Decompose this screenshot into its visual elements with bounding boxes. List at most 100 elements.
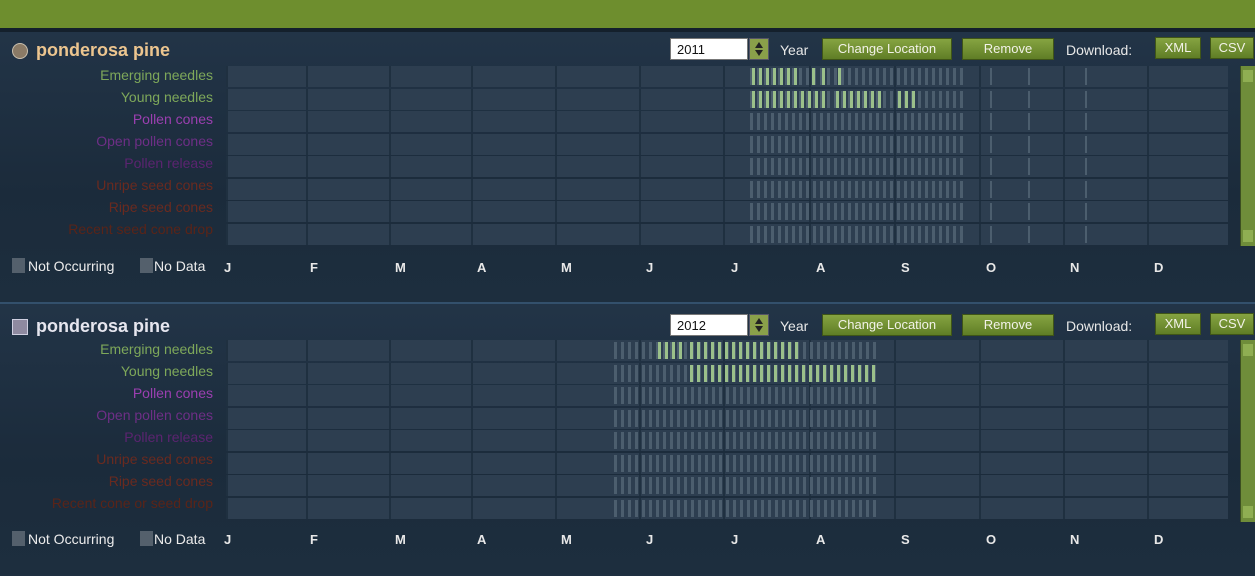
yes-observation-mark (665, 342, 668, 359)
no-observation-mark (799, 203, 802, 220)
no-observation-mark (806, 68, 809, 85)
no-observation-mark (890, 180, 893, 198)
no-observation-mark (705, 454, 708, 472)
month-divider (389, 66, 391, 87)
yes-observation-mark (759, 68, 762, 85)
no-observation-mark (932, 135, 935, 153)
no-observation-mark (897, 203, 900, 220)
vertical-scrollbar[interactable] (1240, 340, 1255, 522)
species-title: ponderosa pine (36, 40, 171, 60)
spin-down-icon[interactable] (755, 50, 763, 56)
no-observation-mark (873, 342, 876, 359)
no-observation-mark (614, 409, 617, 427)
yes-observation-mark (788, 364, 791, 382)
month-divider (389, 201, 391, 222)
scroll-down-arrow[interactable] (1243, 230, 1253, 242)
year-spinner[interactable] (749, 314, 769, 336)
no-observation-mark (726, 409, 729, 427)
yes-observation-mark (836, 90, 839, 108)
yes-observation-mark (795, 364, 798, 382)
month-divider (555, 223, 557, 245)
no-observation-mark (845, 477, 848, 494)
spin-up-icon[interactable] (755, 42, 763, 48)
month-label: F (310, 260, 318, 275)
month-divider (723, 66, 725, 87)
yes-observation-mark (746, 342, 749, 359)
month-divider (226, 452, 228, 474)
not-occurring-swatch (12, 531, 25, 546)
no-observation-mark (831, 342, 834, 359)
yes-observation-mark (865, 364, 868, 382)
scroll-up-arrow[interactable] (1243, 70, 1253, 82)
no-observation-mark (883, 90, 886, 108)
no-observation-mark (684, 409, 687, 427)
month-divider (1147, 88, 1149, 110)
no-observation-mark (726, 454, 729, 472)
month-divider (723, 201, 725, 222)
no-observation-mark (1085, 225, 1087, 243)
no-observation-mark (771, 135, 774, 153)
no-observation-mark (866, 342, 869, 359)
month-divider (639, 133, 641, 155)
no-observation-mark (817, 409, 820, 427)
no-observation-mark (726, 387, 729, 404)
no-observation-mark (824, 477, 827, 494)
yes-observation-mark (773, 68, 776, 85)
no-observation-mark (813, 225, 816, 243)
month-divider (639, 385, 641, 406)
xml-button[interactable]: XML (1155, 313, 1201, 335)
remove-button[interactable]: Remove (962, 314, 1054, 336)
no-observation-mark (656, 387, 659, 404)
no-observation-mark (691, 499, 694, 517)
no-observation-mark (726, 499, 729, 517)
change-location-button[interactable]: Change Location (822, 38, 952, 60)
spin-up-icon[interactable] (755, 318, 763, 324)
year-input[interactable]: 2011 (670, 38, 748, 60)
no-observation-mark (649, 409, 652, 427)
yes-observation-mark (851, 364, 854, 382)
no-observation-mark (684, 364, 687, 382)
year-spinner[interactable] (749, 38, 769, 60)
change-location-button[interactable]: Change Location (822, 314, 952, 336)
no-observation-mark (635, 342, 638, 359)
no-observation-mark (904, 135, 907, 153)
month-divider (979, 475, 981, 496)
not-occurring-label: Not Occurring (28, 531, 115, 547)
species-color-square[interactable] (12, 319, 28, 335)
grid-row (226, 475, 1228, 496)
no-observation-mark (677, 477, 680, 494)
no-observation-mark (726, 477, 729, 494)
month-divider (471, 452, 473, 474)
no-observation-mark (733, 432, 736, 449)
species-color-dot[interactable] (12, 43, 28, 59)
grid-row (226, 133, 1228, 155)
no-observation-mark (904, 225, 907, 243)
no-observation-mark (953, 203, 956, 220)
no-observation-mark (873, 432, 876, 449)
year-label: Year (780, 318, 809, 334)
no-observation-mark (813, 113, 816, 130)
scroll-down-arrow[interactable] (1243, 506, 1253, 518)
month-divider (306, 385, 308, 406)
no-observation-mark (932, 203, 935, 220)
scroll-up-arrow[interactable] (1243, 344, 1253, 356)
no-observation-mark (831, 387, 834, 404)
no-observation-mark (796, 432, 799, 449)
remove-button[interactable]: Remove (962, 38, 1054, 60)
month-divider (1063, 407, 1065, 429)
month-divider (389, 340, 391, 361)
spin-down-icon[interactable] (755, 326, 763, 332)
month-divider (226, 223, 228, 245)
no-observation-mark (663, 477, 666, 494)
csv-button[interactable]: CSV (1210, 37, 1254, 59)
no-observation-mark (1085, 90, 1087, 108)
vertical-scrollbar[interactable] (1240, 66, 1255, 246)
no-observation-mark (796, 454, 799, 472)
year-input[interactable]: 2012 (670, 314, 748, 336)
no-observation-mark (764, 113, 767, 130)
yes-observation-mark (905, 90, 908, 108)
xml-button[interactable]: XML (1155, 37, 1201, 59)
csv-button[interactable]: CSV (1210, 313, 1254, 335)
phenophase-label: Young needles (120, 363, 213, 379)
yes-observation-mark (780, 68, 783, 85)
